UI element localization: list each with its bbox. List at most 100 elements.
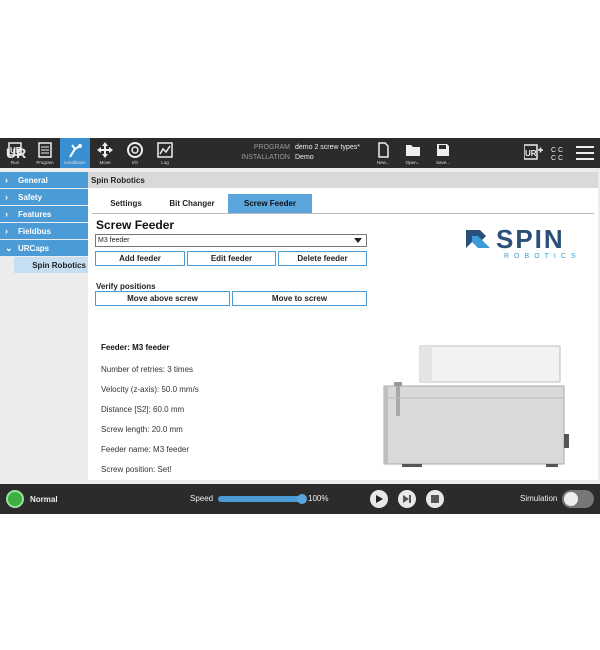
- new-label: New...: [376, 160, 390, 165]
- speed-slider-handle[interactable]: [297, 494, 307, 504]
- nav-label: URCaps: [18, 243, 50, 253]
- tab-screw-feeder[interactable]: Screw Feeder: [228, 194, 312, 213]
- feeder-select[interactable]: M3 feeder: [95, 234, 367, 247]
- brand-subname: ROBOTICS: [504, 253, 581, 260]
- feeder-name: Feeder name: M3 feeder: [101, 445, 190, 454]
- installation-name: Demo: [295, 154, 314, 161]
- save-label: Save...: [435, 160, 450, 165]
- tab-settings[interactable]: Settings: [96, 194, 156, 213]
- run-button[interactable]: UR Run: [0, 138, 30, 168]
- delete-feeder-button[interactable]: Delete feeder: [278, 251, 367, 266]
- svg-text:C C: C C: [551, 155, 563, 161]
- nav-label: Safety: [18, 192, 43, 202]
- tab-bit-changer[interactable]: Bit Changer: [156, 194, 228, 213]
- feeder-screw-position: Screw position: Set!: [101, 465, 172, 474]
- save-icon: [437, 144, 449, 156]
- tab-bar: Settings Bit Changer Screw Feeder: [96, 194, 312, 213]
- dropdown-arrow-icon: [354, 238, 362, 243]
- status-indicator-icon: [6, 490, 24, 508]
- play-button[interactable]: [370, 490, 388, 508]
- nav-label: General: [18, 175, 48, 185]
- program-icon: [38, 142, 52, 158]
- top-bar: UR UR Run Program Installation Move I/O …: [0, 138, 600, 168]
- simulation-toggle-knob: [564, 492, 578, 506]
- step-button[interactable]: [398, 490, 416, 508]
- log-label: Log: [161, 160, 169, 165]
- speed-slider-fill: [218, 496, 302, 502]
- play-icon: [376, 495, 383, 503]
- save-button[interactable]: Save...: [428, 138, 458, 168]
- program-name: demo 2 screw types*: [295, 144, 360, 151]
- page-title: Screw Feeder: [96, 218, 175, 232]
- run-icon: UR: [8, 142, 22, 156]
- robot-status: Normal: [30, 495, 58, 504]
- feeder-screw-length: Screw length: 20.0 mm: [101, 425, 183, 434]
- chevron-down-icon: ⌄: [5, 243, 13, 253]
- chevron-right-icon: ›: [5, 209, 8, 219]
- feeder-distance: Distance [S2]: 60.0 mm: [101, 405, 185, 414]
- chevron-right-icon: ›: [5, 226, 8, 236]
- move-to-screw-button[interactable]: Move to screw: [232, 291, 367, 306]
- folder-icon: [406, 145, 420, 156]
- svg-text:C C: C C: [551, 147, 563, 154]
- log-button[interactable]: Log: [150, 138, 180, 168]
- edit-feeder-button[interactable]: Edit feeder: [187, 251, 276, 266]
- brand-name: SPIN: [496, 224, 565, 254]
- tab-divider: [92, 213, 594, 214]
- feeder-heading: Feeder: M3 feeder: [101, 343, 170, 352]
- io-button[interactable]: I/O: [120, 138, 150, 168]
- left-navigation: › General › Safety › Features › Fieldbus ⌄ UR…: [0, 172, 88, 273]
- nav-item-features[interactable]: › Features: [0, 206, 88, 222]
- feeder-velocity: Velocity (z-axis): 50.0 mm/s: [101, 385, 199, 394]
- chevron-right-icon: ›: [5, 192, 8, 202]
- program-info: PROGRAM demo 2 screw types* INSTALLATION D…: [230, 143, 360, 163]
- add-feeder-button[interactable]: Add feeder: [95, 251, 185, 266]
- installation-key: INSTALLATION: [241, 154, 290, 161]
- io-label: I/O: [131, 160, 138, 165]
- stop-button[interactable]: [426, 490, 444, 508]
- open-label: Open...: [405, 160, 421, 165]
- installation-label: Installation: [64, 160, 86, 165]
- feeder-retries: Number of retries: 3 times: [101, 365, 194, 374]
- feeder-select-value: M3 feeder: [98, 237, 130, 244]
- connection-status-icon: C CC C: [551, 145, 567, 166]
- nav-item-general[interactable]: › General: [0, 172, 88, 188]
- nav-item-urcaps[interactable]: ⌄ URCaps: [0, 240, 88, 256]
- stop-icon: [431, 495, 439, 503]
- program-label: Program: [36, 160, 54, 165]
- installation-icon: [69, 144, 82, 158]
- program-button[interactable]: Program: [30, 138, 60, 168]
- simulation-label: Simulation: [520, 494, 558, 503]
- speed-value: 100%: [308, 494, 329, 503]
- spin-robotics-logo: SPIN ROBOTICS: [464, 224, 594, 264]
- simulation-toggle[interactable]: [562, 490, 594, 508]
- chevron-right-icon: ›: [5, 175, 8, 185]
- content-panel: Spin Robotics Settings Bit Changer Screw…: [88, 172, 598, 480]
- speed-label: Speed: [190, 494, 214, 503]
- ur-plus-icon[interactable]: UR: [523, 144, 544, 167]
- installation-button[interactable]: Installation: [60, 138, 90, 168]
- move-label: Move: [99, 160, 111, 165]
- svg-text:UR: UR: [10, 146, 22, 155]
- nav-label: Features: [18, 209, 52, 219]
- open-button[interactable]: Open...: [398, 138, 428, 168]
- verify-positions-label: Verify positions: [96, 282, 156, 291]
- move-button[interactable]: Move: [90, 138, 120, 168]
- program-key: PROGRAM: [253, 144, 290, 151]
- content-header: Spin Robotics: [88, 172, 598, 188]
- svg-text:UR: UR: [525, 149, 537, 158]
- screw-feeder-illustration: [380, 342, 580, 472]
- move-above-screw-button[interactable]: Move above screw: [95, 291, 230, 306]
- bottom-bar: Normal Speed 100% Simulation: [0, 484, 600, 514]
- speed-slider[interactable]: [218, 494, 307, 504]
- step-icon: [403, 495, 411, 503]
- nav-item-fieldbus[interactable]: › Fieldbus: [0, 223, 88, 239]
- io-icon: [127, 142, 143, 158]
- move-icon: [97, 142, 113, 158]
- nav-label: Fieldbus: [18, 226, 51, 236]
- nav-item-spin-robotics[interactable]: Spin Robotics: [14, 257, 88, 273]
- polyscope-screen: UR UR Run Program Installation Move I/O …: [0, 138, 600, 514]
- hamburger-menu-icon[interactable]: [576, 146, 594, 165]
- nav-item-safety[interactable]: › Safety: [0, 189, 88, 205]
- new-button[interactable]: New...: [368, 138, 398, 168]
